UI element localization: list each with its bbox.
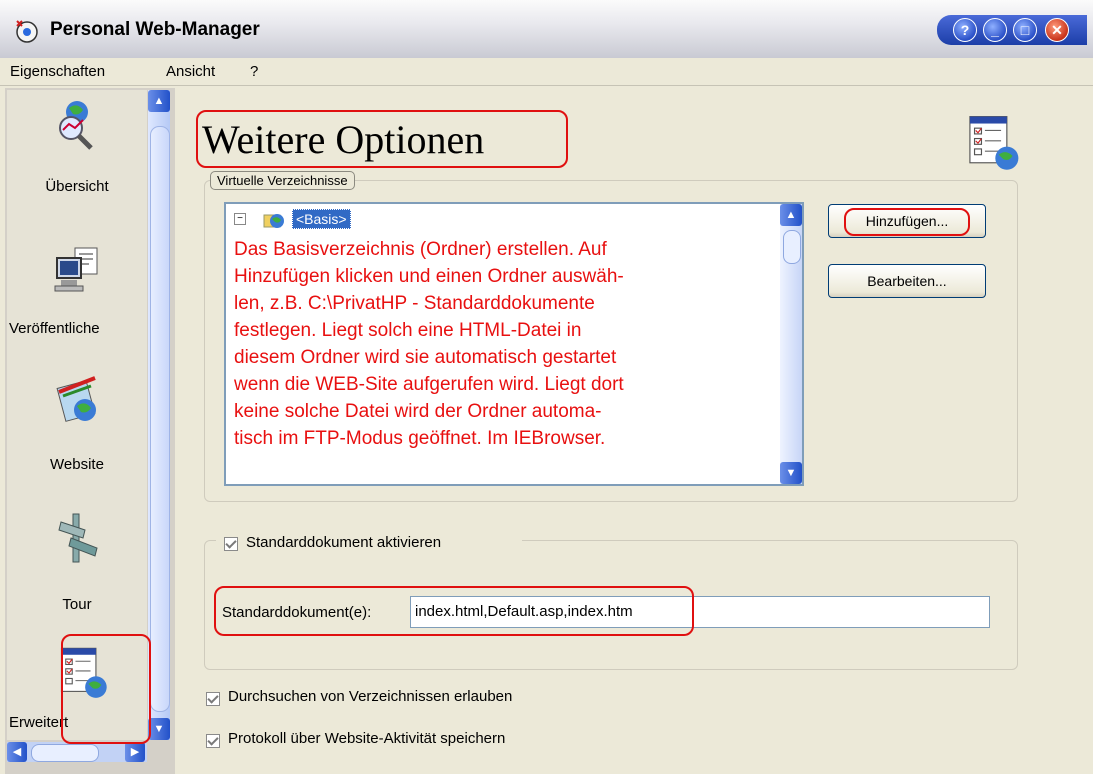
tree-node-label[interactable]: <Basis> xyxy=(292,209,351,229)
virtual-directories-legend: Virtuelle Verzeichnisse xyxy=(210,171,355,190)
scroll-up-button[interactable]: ▲ xyxy=(780,204,802,226)
annotation-line: festlegen. Liegt solch eine HTML-Datei i… xyxy=(234,320,582,341)
annotation-line: Hinzufügen klicken und einen Ordner ausw… xyxy=(234,266,624,287)
close-button[interactable]: ✕ xyxy=(1045,18,1069,42)
sidebar-item-publish[interactable]: Veröffentliche xyxy=(7,220,147,360)
title-bar: Personal Web-Manager ? _ □ ✕ xyxy=(0,0,1093,59)
menu-ansicht[interactable]: Ansicht xyxy=(166,63,215,80)
menu-bar: Eigenschaften Ansicht ? xyxy=(0,58,1093,86)
menu-help[interactable]: ? xyxy=(250,63,258,80)
annotation-highlight xyxy=(844,208,970,236)
web-folder-icon xyxy=(263,214,284,228)
publish-icon xyxy=(54,247,98,292)
annotation-line: diesem Ordner wird sie automatisch gesta… xyxy=(234,347,617,368)
log-activity-label: Protokoll über Website-Aktivität speiche… xyxy=(228,730,506,747)
tree-vertical-scrollbar[interactable]: ▲ ▼ xyxy=(780,204,802,484)
annotation-line: keine solche Datei wird der Ordner autom… xyxy=(234,401,602,422)
default-document-legend: Standarddokument aktivieren xyxy=(216,532,522,554)
scroll-left-button[interactable]: ◀ xyxy=(7,742,27,762)
annotation-highlight xyxy=(214,586,694,636)
scroll-thumb[interactable] xyxy=(31,744,99,762)
help-button[interactable]: ? xyxy=(953,18,977,42)
annotation-highlight xyxy=(196,110,568,168)
scroll-right-button[interactable]: ▶ xyxy=(125,742,145,762)
browse-directories-checkbox[interactable] xyxy=(206,692,220,706)
annotation-line: wenn die WEB-Site aufgerufen wird. Liegt… xyxy=(234,374,624,395)
collapse-icon[interactable]: − xyxy=(234,213,246,225)
scroll-up-button[interactable]: ▲ xyxy=(148,90,170,112)
sidebar-item-label: Übersicht xyxy=(45,178,109,195)
sidebar-horizontal-scrollbar[interactable]: ◀ ▶ xyxy=(7,742,147,762)
scroll-down-button[interactable]: ▼ xyxy=(148,718,170,740)
scroll-down-button[interactable]: ▼ xyxy=(780,462,802,484)
directory-tree[interactable]: − <Basis> Das Basisverzeichnis (Ordner) … xyxy=(224,202,804,486)
annotation-line: Das Basisverzeichnis (Ordner) erstellen.… xyxy=(234,239,607,260)
log-activity-checkbox[interactable] xyxy=(206,734,220,748)
scroll-thumb[interactable] xyxy=(783,230,801,264)
overview-icon xyxy=(59,101,93,150)
edit-button[interactable]: Bearbeiten... xyxy=(828,264,986,298)
annotation-text: Das Basisverzeichnis (Ordner) erstellen.… xyxy=(234,236,754,452)
main-panel: Weitere Optionen Virtuelle Verzeichnisse… xyxy=(178,88,1093,774)
sidebar-item-website[interactable]: Website xyxy=(7,360,147,500)
sidebar-item-label: Veröffentliche xyxy=(9,320,100,337)
default-document-checkbox-label: Standarddokument aktivieren xyxy=(246,534,442,551)
window-title: Personal Web-Manager xyxy=(50,19,260,40)
annotation-line: len, z.B. C:\PrivatHP - Standarddokument… xyxy=(234,293,595,314)
scroll-thumb[interactable] xyxy=(150,126,170,712)
maximize-button[interactable]: □ xyxy=(1013,18,1037,42)
minimize-button[interactable]: _ xyxy=(983,18,1007,42)
annotation-line: tisch im FTP-Modus geöffnet. Im IEBrowse… xyxy=(234,428,606,449)
sidebar-item-label: Tour xyxy=(62,596,92,613)
sidebar-item-overview[interactable]: Übersicht xyxy=(7,90,147,220)
sidebar: Übersicht Veröffentliche Website Tour Er… xyxy=(5,88,175,774)
sidebar-item-tour[interactable]: Tour xyxy=(7,500,147,640)
website-icon xyxy=(56,376,96,422)
options-icon xyxy=(969,116,1019,170)
annotation-highlight xyxy=(61,634,151,744)
tour-icon xyxy=(58,513,98,563)
menu-eigenschaften[interactable]: Eigenschaften xyxy=(10,63,105,80)
sidebar-item-label: Website xyxy=(50,456,104,473)
sidebar-vertical-scrollbar[interactable]: ▲ ▼ xyxy=(148,90,170,740)
app-icon xyxy=(16,20,38,43)
default-document-checkbox[interactable] xyxy=(224,537,238,551)
browse-directories-label: Durchsuchen von Verzeichnissen erlauben xyxy=(228,688,513,705)
caption-buttons: ? _ □ ✕ xyxy=(937,15,1087,45)
